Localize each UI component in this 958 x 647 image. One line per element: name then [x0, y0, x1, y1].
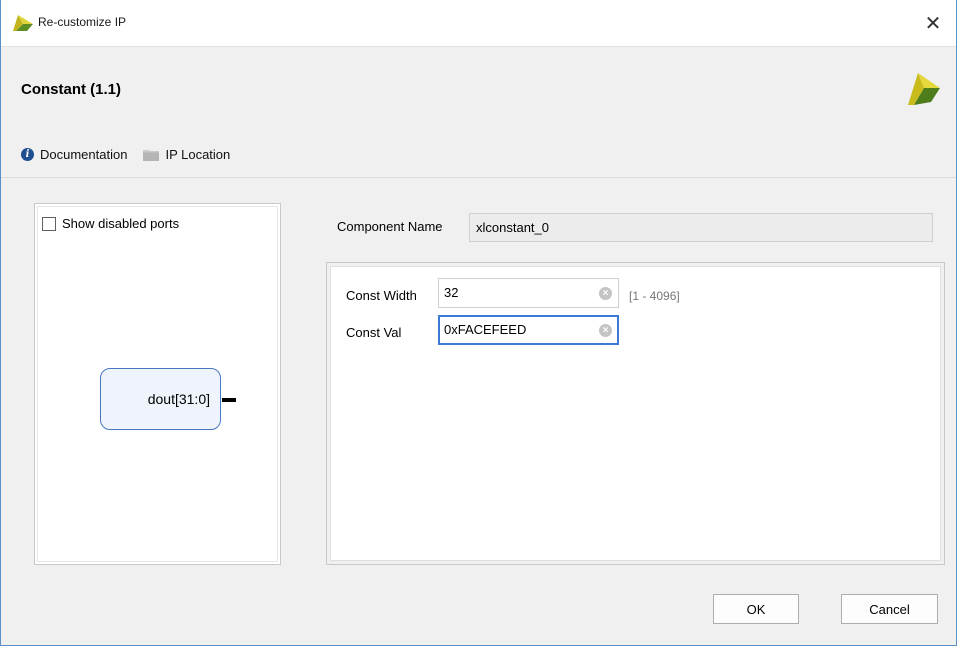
show-disabled-ports-label: Show disabled ports [62, 216, 180, 231]
show-disabled-ports-checkbox[interactable] [42, 216, 56, 231]
close-button[interactable]: ✕ [910, 0, 956, 46]
vivado-brand-icon [908, 73, 940, 105]
const-val-field[interactable]: 0xFACEFEED [438, 315, 619, 345]
const-width-label: Const Width [346, 288, 417, 303]
parameters-area: Const Width 32 × [1 - 4096] Const Val 0x… [330, 266, 941, 561]
show-disabled-ports-row[interactable]: Show disabled ports [42, 216, 179, 231]
component-name-field[interactable]: xlconstant_0 [469, 213, 933, 242]
cancel-button[interactable]: Cancel [841, 594, 938, 624]
const-val-label: Const Val [346, 325, 402, 340]
const-width-value: 32 [444, 285, 459, 300]
folder-icon [143, 149, 160, 161]
ip-block[interactable]: dout[31:0] [100, 368, 221, 430]
ok-button[interactable]: OK [713, 594, 799, 624]
clear-icon[interactable]: × [599, 287, 612, 300]
port-pin[interactable] [222, 398, 236, 402]
component-name-label: Component Name [337, 219, 443, 234]
header-links: i Documentation IP Location [21, 147, 230, 162]
clear-icon[interactable]: × [599, 324, 612, 337]
window-title: Re-customize IP [38, 15, 127, 29]
parameters-panel: Const Width 32 × [1 - 4096] Const Val 0x… [326, 262, 945, 565]
const-val-value: 0xFACEFEED [444, 322, 527, 337]
ip-location-link[interactable]: IP Location [165, 147, 230, 162]
symbol-canvas: Show disabled ports dout[31:0] [37, 206, 278, 562]
const-width-field[interactable]: 32 [438, 278, 619, 308]
ip-header: Constant (1.1) i Documentation IP Locati… [1, 47, 956, 178]
info-icon: i [21, 148, 34, 161]
const-width-range: [1 - 4096] [629, 289, 680, 303]
ip-title: Constant (1.1) [21, 81, 122, 98]
vivado-logo-icon [13, 15, 33, 31]
documentation-link[interactable]: Documentation [40, 147, 127, 162]
title-bar[interactable]: Re-customize IP ✕ [1, 0, 956, 47]
ip-symbol-panel: Show disabled ports dout[31:0] [34, 203, 281, 565]
port-label: dout[31:0] [147, 391, 210, 407]
dialog-window: Re-customize IP ✕ Constant (1.1) i Docum… [0, 0, 957, 646]
